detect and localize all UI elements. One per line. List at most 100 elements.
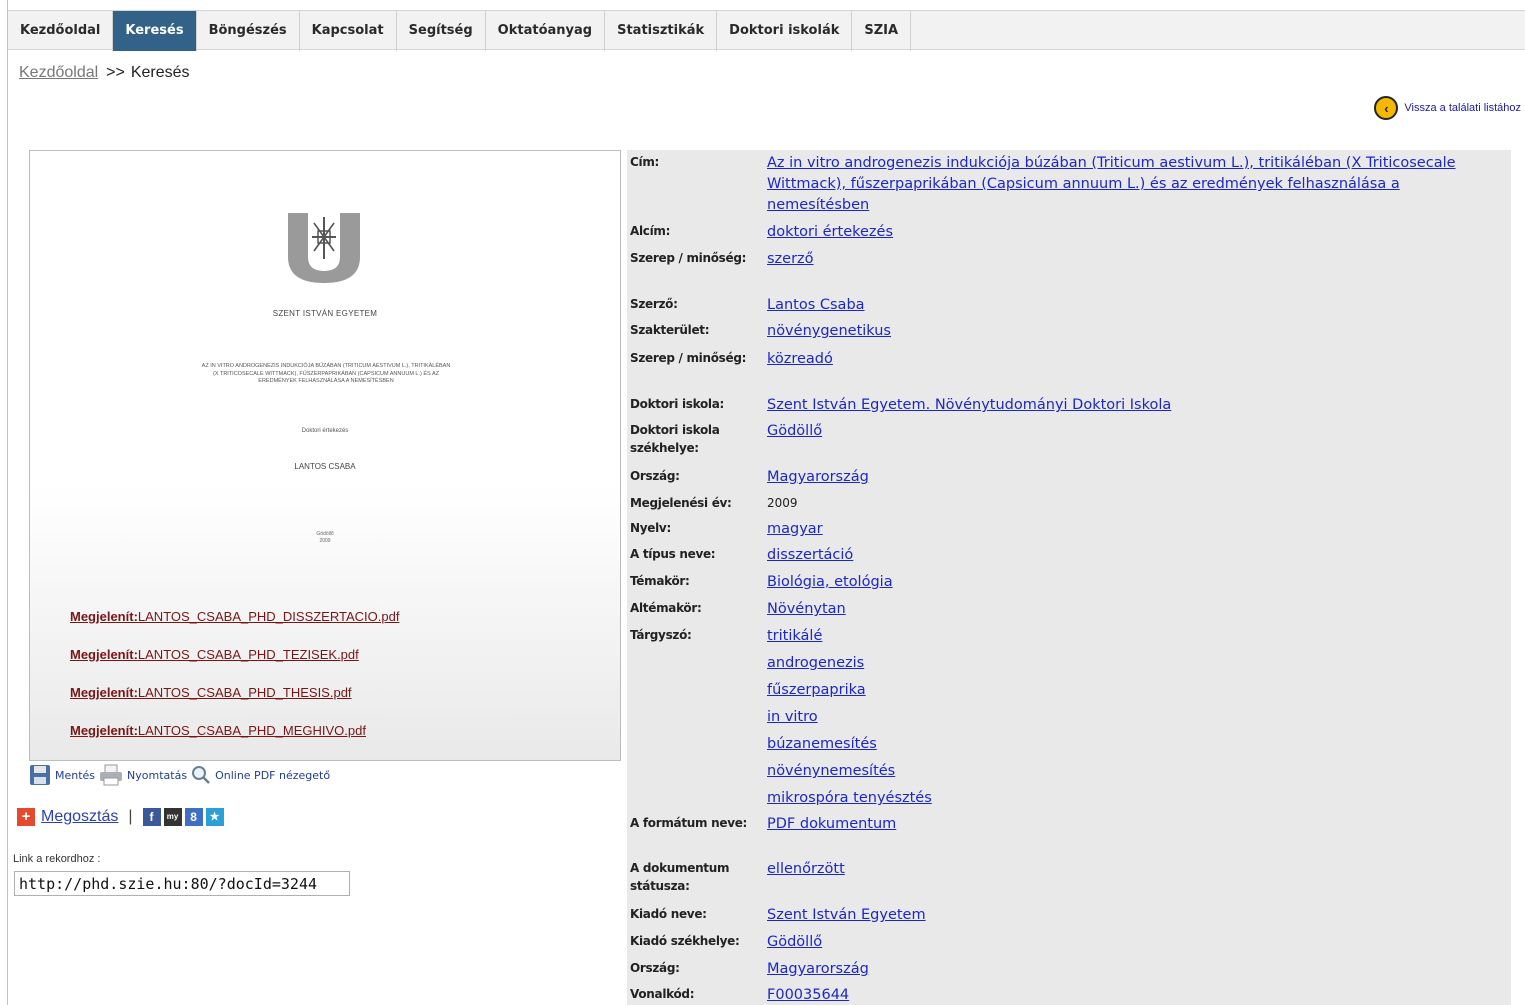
keyword-link[interactable]: búzanemesítés (767, 734, 1487, 761)
pdf-link-invitation[interactable]: Megjelenít:LANTOS_CSABA_PHD_MEGHIVO.pdf (70, 723, 399, 761)
school-seat-link[interactable]: Gödöllő (767, 421, 1487, 442)
pdf-link-thesis[interactable]: Megjelenít:LANTOS_CSABA_PHD_THESIS.pdf (70, 685, 399, 723)
keyword-link[interactable]: in vitro (767, 707, 1487, 734)
role-author-link[interactable]: szerző (767, 249, 1487, 270)
metadata-label: Szerző: (630, 297, 678, 311)
metadata-label: Tárgyszó: (630, 628, 692, 642)
save-label: Mentés (55, 768, 96, 782)
twitter-icon[interactable]: ★ (205, 808, 224, 826)
keyword-link[interactable]: androgenezis (767, 653, 1487, 680)
pdf-link-theses[interactable]: Megjelenít:LANTOS_CSABA_PHD_TEZISEK.pdf (70, 647, 399, 685)
metadata-label: Ország: (630, 469, 680, 483)
publisher-seat-link[interactable]: Gödöllő (767, 932, 1487, 953)
save-icon (30, 765, 50, 785)
metadata-label: Szerep / minőség: (630, 251, 747, 265)
google-plus-icon[interactable]: 8 (184, 808, 203, 826)
preview-document-type: Doktori értekezés (301, 428, 349, 434)
field-link[interactable]: növénygenetikus (767, 321, 1487, 342)
language-link[interactable]: magyar (767, 519, 1487, 540)
format-link[interactable]: PDF dokumentum (767, 814, 1487, 835)
main-navigation: Kezdőoldal Keresés Böngészés Kapcsolat S… (8, 10, 1525, 51)
author-link[interactable]: Lantos Csaba (767, 295, 1487, 316)
barcode-link[interactable]: F00035644 (767, 985, 1487, 1005)
record-link-input[interactable] (14, 871, 350, 896)
magnifier-icon (192, 766, 210, 784)
metadata-label: Szerep / minőség: (630, 351, 747, 365)
metadata-label: Doktori iskola: (630, 397, 725, 411)
metadata-label: A típus neve: (630, 547, 716, 561)
metadata-label: Kiadó székhelye: (630, 934, 740, 948)
topic-link[interactable]: Biológia, etológia (767, 572, 1487, 593)
save-button[interactable]: Mentés (29, 764, 95, 786)
metadata-label: Vonalkód: (630, 987, 695, 1001)
share-divider: | (128, 808, 133, 825)
metadata-label: Kiadó neve: (630, 907, 707, 921)
status-link[interactable]: ellenőrzött (767, 859, 1487, 880)
publisher-link[interactable]: Szent István Egyetem (767, 905, 1487, 926)
pdf-link-dissertation[interactable]: Megjelenít:LANTOS_CSABA_PHD_DISSZERTACIO… (70, 609, 399, 647)
role-publisher-link[interactable]: közreadó (767, 349, 1487, 370)
doctoral-school-link[interactable]: Szent István Egyetem. Növénytudományi Do… (767, 395, 1487, 416)
keyword-link[interactable]: növénynemesítés (767, 761, 1487, 788)
pdf-viewer-button[interactable]: Online PDF nézegető (191, 765, 330, 785)
nav-item-statistics[interactable]: Statisztikák (605, 11, 718, 51)
metadata-label: A formátum neve: (630, 816, 748, 830)
subtopic-link[interactable]: Növénytan (767, 599, 1487, 620)
preview-place: Gödöllő (316, 531, 334, 537)
subtitle-link[interactable]: doktori értekezés (767, 222, 1487, 243)
pdf-link-prefix: Megjelenít: (70, 609, 138, 624)
keyword-link[interactable]: mikrospóra tenyésztés (767, 788, 1487, 815)
facebook-icon[interactable]: f (142, 808, 161, 826)
pdf-viewer-label: Online PDF nézegető (215, 768, 331, 782)
country-link[interactable]: Magyarország (767, 467, 1487, 488)
keyword-list: tritikálé androgenezis fűszerpaprika in … (767, 626, 1487, 815)
pdf-link-prefix: Megjelenít: (70, 685, 138, 700)
breadcrumb-separator: >> (106, 64, 125, 81)
pdf-link-prefix: Megjelenít: (70, 647, 138, 662)
metadata-row-title: Cím: Az in vitro androgenezis indukciója… (627, 153, 1511, 217)
metadata-label: Altémakör: (630, 601, 702, 615)
document-actions: Mentés Nyomtatás Online PDF nézegető (29, 764, 334, 786)
nav-item-home[interactable]: Kezdőoldal (8, 11, 114, 51)
preview-university: SZENT ISTVÁN EGYETEM (272, 309, 378, 318)
preview-title: Az in vitro androgenezis indukciója búzá… (201, 363, 451, 384)
keyword-link[interactable]: tritikálé (767, 626, 1487, 653)
printer-icon (100, 764, 123, 786)
preview-place-year: Gödöllő 2009 (30, 531, 620, 545)
share-plus-icon: + (17, 808, 35, 826)
nav-item-szia[interactable]: SZIA (852, 11, 912, 51)
print-button[interactable]: Nyomtatás (99, 764, 187, 786)
pdf-link-prefix: Megjelenít: (70, 723, 138, 738)
document-preview[interactable]: SZENT ISTVÁN EGYETEM Az in vitro androge… (29, 150, 621, 761)
pdf-link-file: LANTOS_CSABA_PHD_TEZISEK.pdf (137, 647, 359, 662)
nav-item-tutorial[interactable]: Oktatóanyag (486, 11, 606, 51)
nav-item-contact[interactable]: Kapcsolat (300, 11, 397, 51)
preview-author: LANTOS CSABA (294, 462, 356, 471)
pdf-links: Megjelenít:LANTOS_CSABA_PHD_DISSZERTACIO… (70, 609, 399, 761)
country-2-link[interactable]: Magyarország (767, 959, 1487, 980)
breadcrumb-home-link[interactable]: Kezdőoldal (19, 64, 98, 81)
keyword-link[interactable]: fűszerpaprika (767, 680, 1487, 707)
back-to-results-label: Vissza a találati listához (1404, 102, 1521, 114)
breadcrumb: Kezdőoldal >> Keresés (19, 64, 190, 82)
preview-year: 2009 (319, 538, 331, 544)
type-link[interactable]: disszertáció (767, 545, 1487, 566)
metadata-label: Témakör: (630, 574, 690, 588)
metadata-label: Cím: (630, 155, 660, 169)
share-bar: + Megosztás | f my 8 ★ (17, 808, 227, 826)
myspace-icon[interactable]: my (163, 808, 182, 826)
year-value: 2009 (767, 496, 798, 510)
pdf-link-file: LANTOS_CSABA_PHD_DISSZERTACIO.pdf (137, 609, 400, 624)
nav-item-help[interactable]: Segítség (397, 11, 486, 51)
title-link[interactable]: Az in vitro androgenezis indukciója búzá… (767, 153, 1487, 216)
metadata-label: Doktori iskola székhelye: (630, 423, 720, 455)
breadcrumb-current: Keresés (130, 64, 190, 81)
nav-item-browse[interactable]: Böngészés (197, 11, 300, 51)
share-link[interactable]: Megosztás (41, 808, 118, 826)
back-to-results-link[interactable]: ‹ Vissza a találati listához (1374, 96, 1521, 120)
nav-item-search[interactable]: Keresés (113, 11, 197, 51)
print-label: Nyomtatás (127, 768, 188, 782)
metadata-label: Megjelenési év: (630, 496, 732, 510)
metadata-label: Ország: (630, 961, 680, 975)
nav-item-doctoral-schools[interactable]: Doktori iskolák (717, 11, 853, 51)
